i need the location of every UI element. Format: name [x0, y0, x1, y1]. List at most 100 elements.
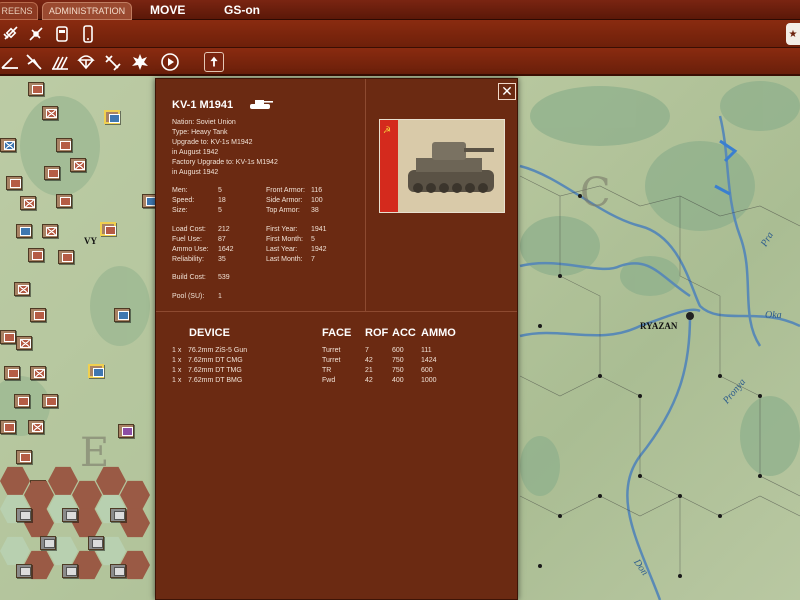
stat-label: Reliability: [172, 256, 204, 263]
unit-counter[interactable] [42, 224, 58, 238]
device-rof: 21 [365, 367, 373, 374]
unit-counter[interactable] [88, 364, 104, 378]
unit-counter[interactable] [42, 106, 58, 120]
stat-label: Speed: [172, 197, 195, 204]
device-qty: 1 x [172, 377, 182, 384]
stat-value: 5 [311, 236, 315, 243]
unit-counter[interactable] [70, 158, 86, 172]
stat-value: 100 [311, 197, 323, 204]
device-face: TR [322, 367, 332, 374]
soviet-flag-icon: ☭ [380, 120, 398, 212]
unit-counter[interactable] [6, 176, 22, 190]
satellite-icon[interactable] [2, 24, 22, 44]
unit-counter[interactable] [114, 308, 130, 322]
tab-administration[interactable]: ADMINISTRATION [42, 2, 132, 20]
stat-label: Ammo Use: [172, 246, 209, 253]
unit-counter[interactable] [88, 536, 104, 550]
stat-value: 35 [218, 256, 226, 263]
horizontal-divider [156, 311, 517, 312]
explosion-icon[interactable] [130, 52, 150, 72]
info-factory-upgrade-date: in August 1942 [172, 169, 219, 176]
unit-counter[interactable] [118, 424, 134, 438]
device-rof: 7 [365, 347, 369, 354]
unit-counter[interactable] [110, 508, 126, 522]
unit-counter[interactable] [0, 420, 16, 434]
device-face: Fwd [322, 377, 336, 384]
air-strike-icon[interactable] [102, 52, 122, 72]
stat-value: 1942 [311, 246, 327, 253]
stat-value: 539 [218, 274, 230, 281]
device-acc: 600 [392, 347, 404, 354]
stat-label: Size: [172, 207, 188, 214]
unit-counter[interactable] [16, 508, 32, 522]
unit-counter[interactable] [30, 366, 46, 380]
city-label-ryazan: RYAZAN [640, 321, 678, 331]
rockets-icon[interactable] [50, 52, 70, 72]
star-icon[interactable]: ★ [786, 23, 800, 45]
info-nation: Nation: Soviet Union [172, 119, 236, 126]
unit-counter[interactable] [44, 166, 60, 180]
unit-counter[interactable] [16, 450, 32, 464]
device-face: Turret [322, 347, 341, 354]
close-button[interactable]: ✕ [498, 83, 516, 100]
recon-plane-icon[interactable] [24, 52, 44, 72]
unit-counter[interactable] [14, 282, 30, 296]
unit-counter[interactable] [62, 564, 78, 578]
unit-counter[interactable] [40, 536, 56, 550]
upload-icon[interactable] [204, 52, 224, 72]
unit-counter[interactable] [4, 366, 20, 380]
tank-photo-image [398, 120, 504, 212]
unit-counter[interactable] [14, 394, 30, 408]
acc-header: ACC [392, 327, 416, 339]
device-rof: 42 [365, 357, 373, 364]
stat-value: 116 [311, 187, 323, 194]
unit-counter[interactable] [20, 196, 36, 210]
device-header: DEVICE [189, 327, 230, 339]
unit-counter[interactable] [16, 564, 32, 578]
device-rof: 42 [365, 377, 373, 384]
unit-counter[interactable] [56, 194, 72, 208]
stat-value: 1642 [218, 246, 234, 253]
unit-info-dialog: ✕ KV-1 M1941 Nation: Soviet Union Type: … [155, 78, 518, 600]
satellite-alt-icon[interactable] [26, 24, 46, 44]
unit-counter-selected[interactable] [104, 110, 120, 124]
svg-text:C: C [580, 170, 611, 216]
tab-screens[interactable]: REENS [0, 2, 38, 20]
unit-counter[interactable] [16, 336, 32, 350]
phase-label[interactable]: MOVE [150, 3, 185, 17]
device-qty: 1 x [172, 367, 182, 374]
rof-header: ROF [365, 327, 389, 339]
artillery-icon[interactable] [0, 52, 20, 72]
gs-toggle-label[interactable]: GS-on [224, 3, 260, 17]
unit-counter[interactable] [30, 308, 46, 322]
stat-value: 1941 [311, 226, 327, 233]
info-upgrade-date: in August 1942 [172, 149, 219, 156]
unit-counter[interactable] [28, 82, 44, 96]
unit-counter[interactable] [0, 138, 16, 152]
unit-counter[interactable] [58, 250, 74, 264]
stat-value: 18 [218, 197, 226, 204]
toolbar-row-1: ★ [0, 20, 800, 48]
stat-label: Men: [172, 187, 188, 194]
play-turn-icon[interactable] [160, 52, 180, 72]
unit-counter[interactable] [0, 330, 16, 344]
unit-counter[interactable] [62, 508, 78, 522]
unit-counter[interactable] [16, 224, 32, 238]
document-icon[interactable] [52, 24, 72, 44]
unit-counter[interactable] [110, 564, 126, 578]
unit-counter[interactable] [42, 394, 58, 408]
unit-counter[interactable] [100, 222, 116, 236]
device-name: 76.2mm ZiS-5 Gun [188, 347, 248, 354]
face-header: FACE [322, 327, 352, 339]
phone-icon[interactable] [78, 24, 98, 44]
unit-counter[interactable] [56, 138, 72, 152]
unit-counter[interactable] [28, 248, 44, 262]
stat-label: First Month: [266, 236, 303, 243]
stat-label: Front Armor: [266, 187, 305, 194]
unit-counter[interactable] [28, 420, 44, 434]
stat-value: 38 [311, 207, 319, 214]
stat-value: 1 [218, 293, 222, 300]
stat-value: 7 [311, 256, 315, 263]
airdrop-icon[interactable] [76, 52, 96, 72]
device-qty: 1 x [172, 357, 182, 364]
